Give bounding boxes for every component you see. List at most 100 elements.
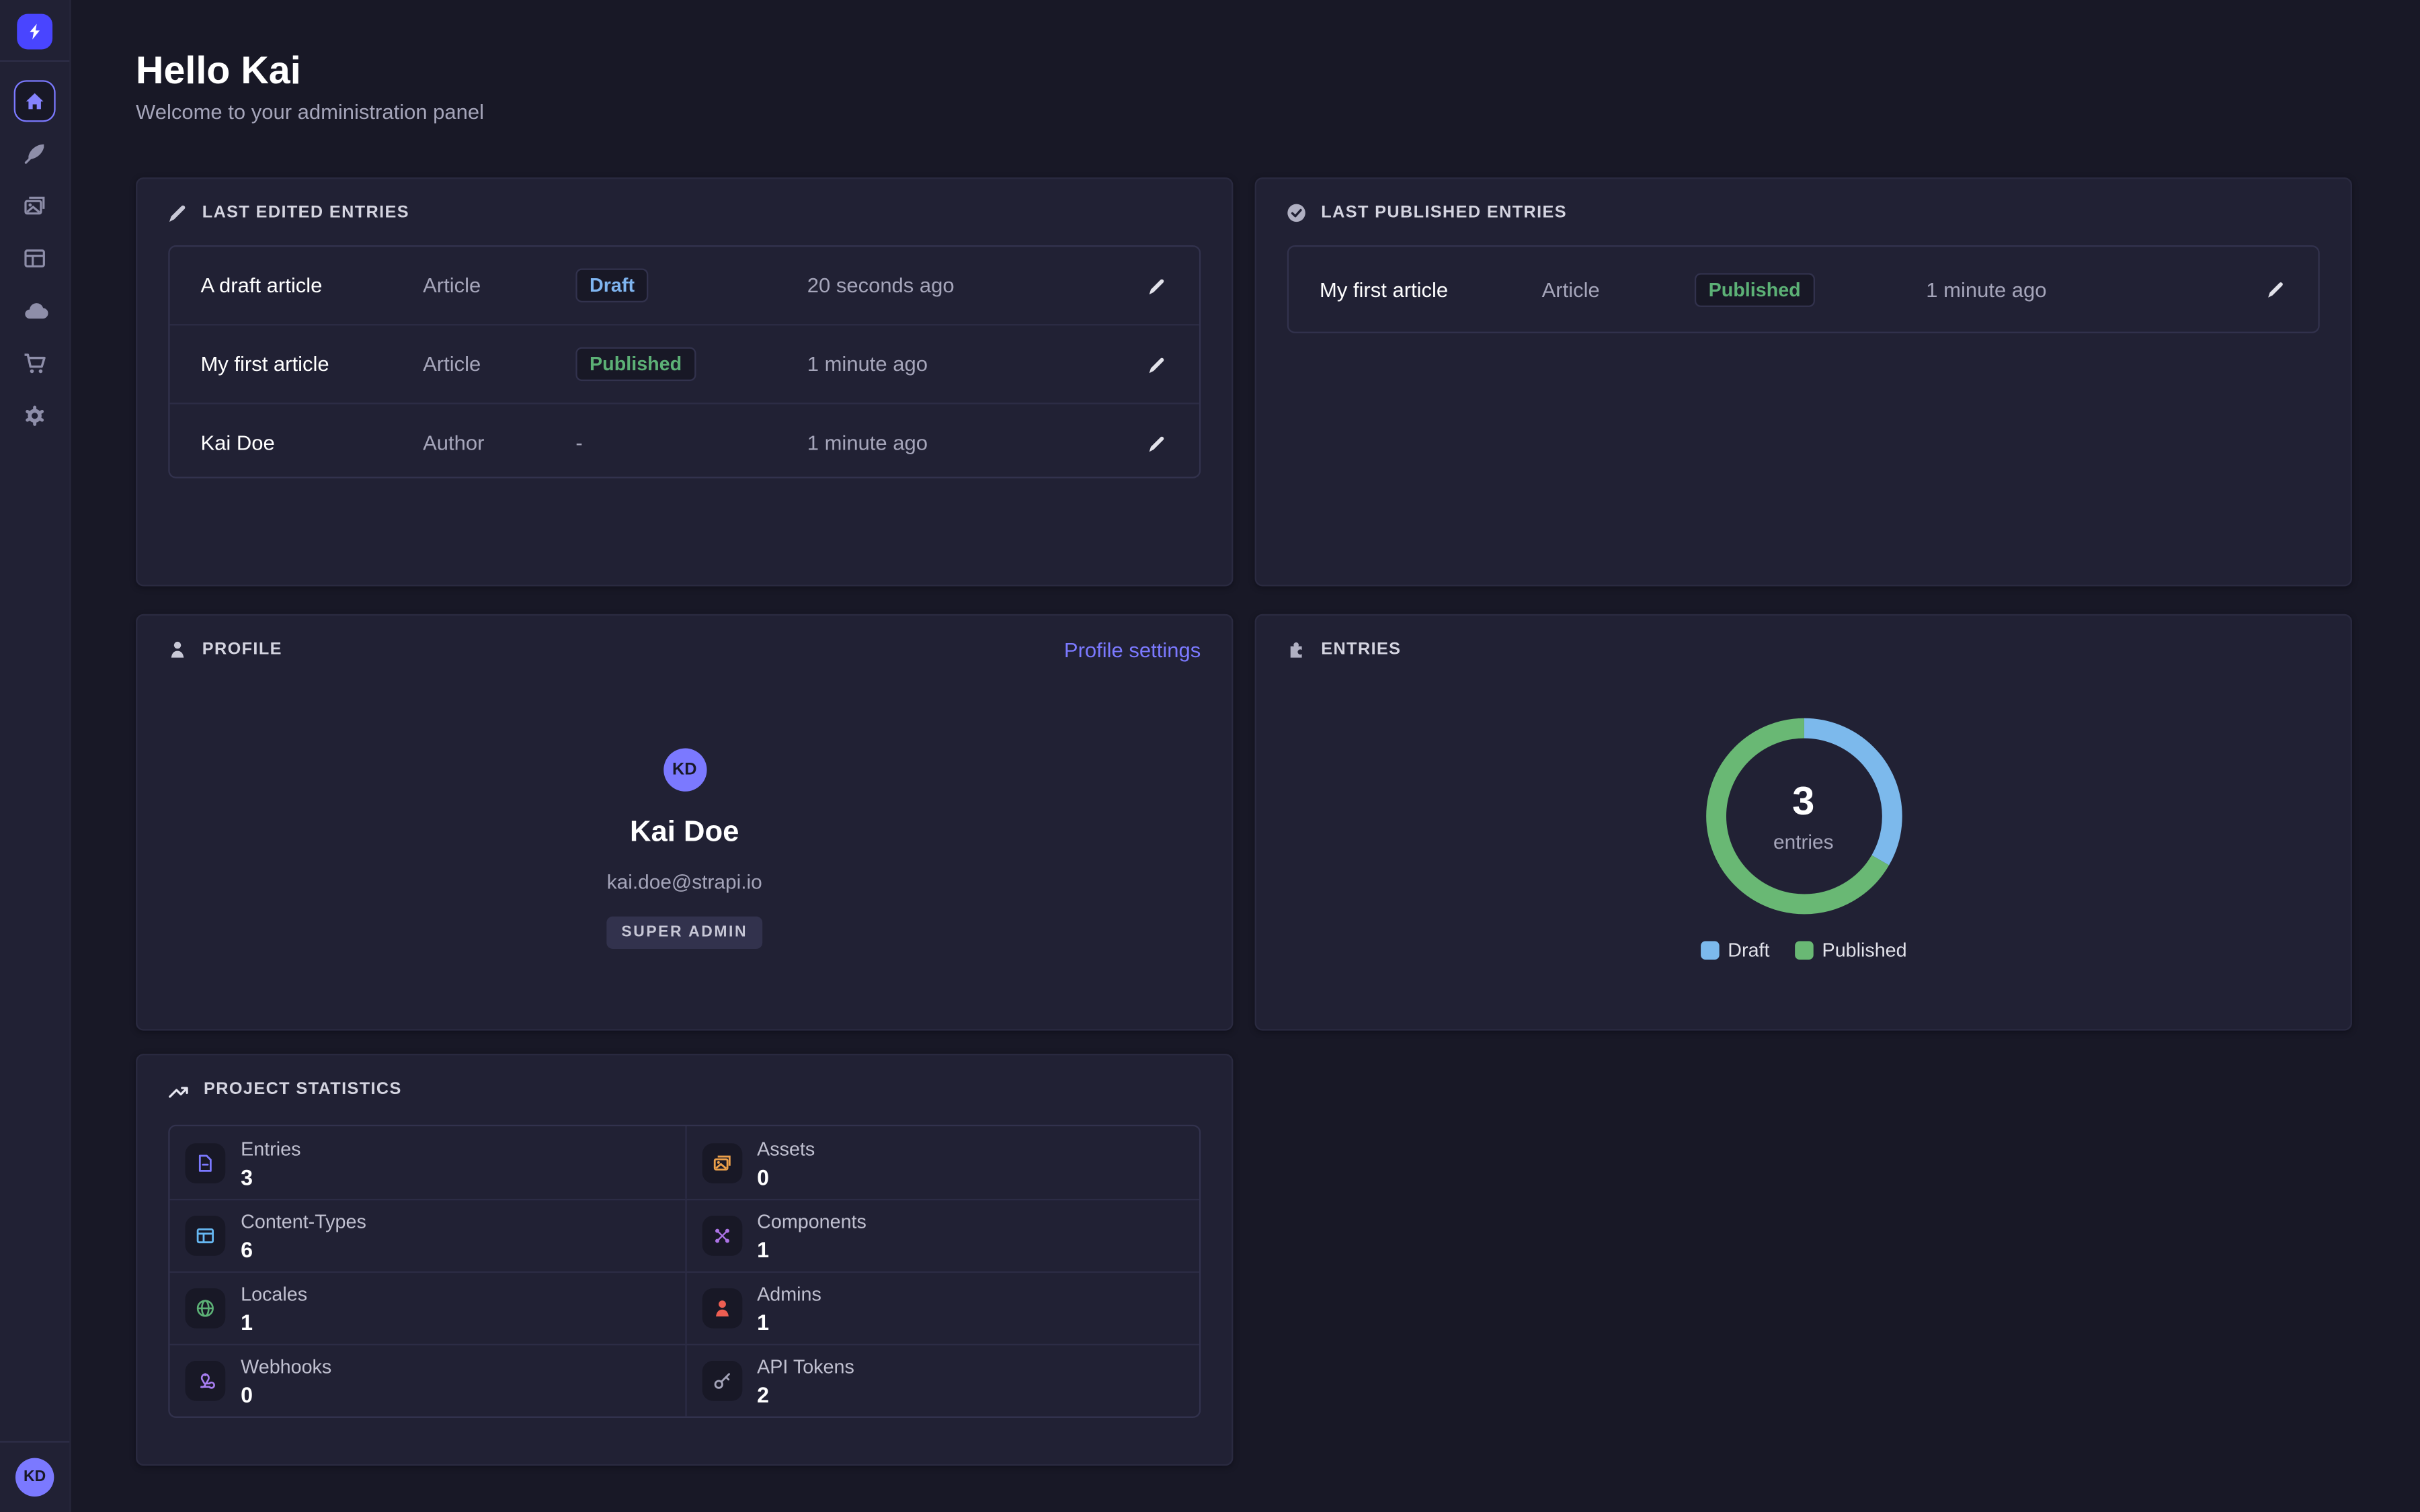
stat-icon-tile [186, 1216, 226, 1256]
webhook-icon [194, 1370, 216, 1392]
sidebar-item-marketplace[interactable] [14, 343, 56, 384]
sidebar-item-content-manager[interactable] [14, 132, 56, 174]
stat-label: Content-Types [241, 1211, 366, 1232]
status-badge: Published [575, 347, 695, 382]
stat-icon-tile [701, 1142, 741, 1183]
sidebar-item-deploy[interactable] [14, 290, 56, 332]
edit-entry-button[interactable] [1134, 343, 1177, 386]
home-icon [23, 89, 46, 112]
sidebar-item-settings[interactable] [14, 395, 56, 437]
edit-entry-button[interactable] [1134, 421, 1177, 464]
pencil-icon [1146, 354, 1166, 374]
nodes-icon [711, 1225, 732, 1247]
profile-email: kai.doe@strapi.io [607, 870, 762, 893]
stat-label: Locales [241, 1284, 307, 1305]
profile-settings-link[interactable]: Profile settings [1064, 639, 1201, 662]
images-icon [711, 1152, 732, 1173]
panel-title: LAST PUBLISHED ENTRIES [1321, 204, 1567, 222]
file-icon [194, 1152, 216, 1173]
stat-icon-tile [701, 1288, 741, 1329]
last-edited-entries-table: A draft article Article Draft 20 seconds… [168, 245, 1201, 478]
admin-user-icon [711, 1298, 732, 1319]
role-badge: SUPER ADMIN [606, 917, 763, 949]
panel-title: PROFILE [202, 640, 282, 659]
entries-donut-chart: 3 entries [1695, 708, 1911, 924]
legend-label: Draft [1728, 939, 1769, 961]
strapi-logo [17, 14, 52, 50]
entry-time: 20 seconds ago [807, 274, 955, 297]
stat-label: Components [757, 1211, 866, 1232]
entry-name: My first article [1320, 278, 1448, 300]
donut-svg [1695, 708, 1911, 924]
last-edited-entries-panel: LAST EDITED ENTRIES A draft article Arti… [136, 177, 1233, 586]
layout-icon [22, 245, 48, 271]
legend-item-published: Published [1794, 939, 1906, 961]
entry-type: Article [423, 353, 481, 376]
sidebar-user-avatar[interactable]: KD [15, 1458, 54, 1497]
stat-icon-tile [701, 1361, 741, 1401]
feather-icon [22, 140, 48, 167]
strapi-logo-bolt-icon [23, 20, 46, 43]
legend-label: Published [1822, 939, 1907, 961]
stat-content-types: Content-Types 6 [170, 1199, 685, 1271]
strapi-admin-dashboard: KD Hello Kai Welcome to your administrat… [0, 0, 2420, 1512]
project-statistics-header: PROJECT STATISTICS [137, 1055, 1232, 1123]
profile-body: KD Kai Doe kai.doe@strapi.io SUPER ADMIN [137, 708, 1232, 949]
sidebar-divider [0, 60, 69, 62]
status-badge: Draft [575, 268, 648, 302]
edit-entry-button[interactable] [1134, 264, 1177, 307]
sidebar-item-media-library[interactable] [14, 185, 56, 227]
status-badge: Published [1695, 272, 1814, 306]
stat-icon-tile [186, 1361, 226, 1401]
panel-title: LAST EDITED ENTRIES [202, 204, 409, 222]
stat-value: 1 [757, 1310, 769, 1335]
cloud-icon [21, 297, 48, 325]
stat-icon-tile [186, 1288, 226, 1329]
entry-type: Article [423, 274, 481, 297]
images-icon [22, 193, 48, 219]
last-published-entries-table: My first article Article Published 1 min… [1287, 245, 2320, 333]
stat-locales: Locales 1 [170, 1271, 685, 1344]
puzzle-icon [1285, 639, 1307, 661]
last-published-entries-header: LAST PUBLISHED ENTRIES [1256, 179, 2351, 247]
stat-value: 0 [757, 1164, 769, 1189]
last-edited-entries-header: LAST EDITED ENTRIES [137, 179, 1232, 247]
sidebar-item-content-type-builder[interactable] [14, 238, 56, 280]
panel-title: ENTRIES [1321, 640, 1401, 659]
stat-label: Webhooks [241, 1356, 331, 1378]
sidebar: KD [0, 0, 71, 1512]
entry-name: Kai Doe [200, 431, 274, 454]
cart-icon [22, 350, 48, 376]
table-row: A draft article Article Draft 20 seconds… [170, 247, 1199, 324]
entry-time: 1 minute ago [1926, 278, 2046, 300]
entry-type: Article [1542, 278, 1600, 300]
edit-entry-button[interactable] [2253, 267, 2296, 310]
stat-admins: Admins 1 [684, 1271, 1199, 1344]
draft-swatch [1700, 941, 1719, 960]
stat-value: 2 [757, 1382, 769, 1407]
stat-value: 6 [241, 1237, 253, 1262]
stat-icon-tile [186, 1142, 226, 1183]
entries-chart-header: ENTRIES [1256, 616, 2351, 683]
sidebar-item-home[interactable] [14, 80, 56, 122]
layout-icon [194, 1225, 216, 1247]
avatar: KD [663, 749, 706, 792]
stat-api-tokens: API Tokens 2 [684, 1344, 1199, 1417]
entry-name: My first article [200, 353, 329, 376]
trending-up-icon [167, 1078, 190, 1101]
stat-label: Admins [757, 1284, 821, 1305]
key-icon [711, 1370, 732, 1392]
sidebar-nav [0, 80, 69, 436]
pencil-icon [1146, 433, 1166, 453]
panel-title: PROJECT STATISTICS [204, 1080, 402, 1099]
stat-value: 1 [241, 1310, 253, 1335]
stat-label: Entries [241, 1138, 300, 1159]
sidebar-footer-divider [0, 1441, 69, 1442]
status-empty: - [575, 431, 582, 454]
globe-icon [194, 1298, 216, 1319]
gear-icon [22, 403, 48, 429]
page-title: Hello Kai [136, 49, 301, 94]
check-circle-icon [1285, 202, 1307, 224]
project-statistics-panel: PROJECT STATISTICS Entries 3 [136, 1054, 1233, 1466]
profile-name: Kai Doe [630, 816, 739, 851]
